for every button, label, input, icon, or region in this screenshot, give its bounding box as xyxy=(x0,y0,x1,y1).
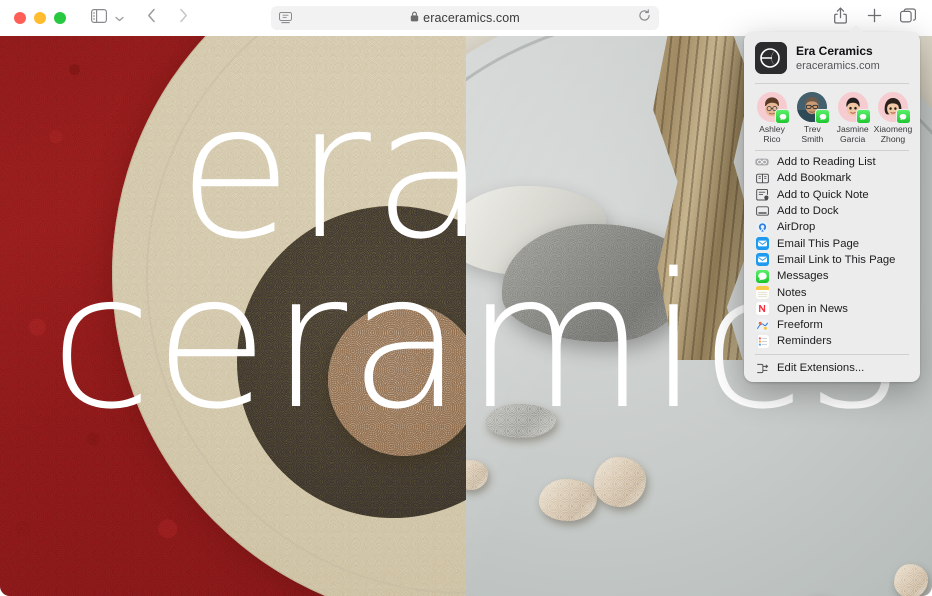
minimize-button[interactable] xyxy=(34,12,46,24)
back-button[interactable] xyxy=(138,6,164,30)
menu-item-label: Add to Dock xyxy=(777,205,839,218)
extensions-icon xyxy=(755,361,769,375)
airdrop-icon xyxy=(755,220,769,234)
sidebar-dropdown-button[interactable] xyxy=(110,6,128,30)
address-bar-url: eraceramics.com xyxy=(423,11,520,25)
freeform-icon xyxy=(755,318,769,332)
messages-badge xyxy=(895,109,911,124)
chevron-right-icon xyxy=(179,8,188,28)
mail-icon xyxy=(755,237,769,251)
plus-icon xyxy=(867,8,882,28)
menu-item-edit-extensions[interactable]: Edit Extensions... xyxy=(744,360,920,376)
tab-overview-icon xyxy=(900,8,916,28)
menu-item-reminders[interactable]: Reminders xyxy=(744,333,920,349)
menu-item-freeform[interactable]: Freeform xyxy=(744,317,920,333)
person-xiaomeng-zhong[interactable]: Xiaomeng Zhong xyxy=(874,92,912,144)
navigation-buttons xyxy=(138,6,196,30)
reminders-icon xyxy=(755,334,769,348)
reading-list-icon xyxy=(755,155,769,169)
person-ashley-rico[interactable]: Ashley Rico xyxy=(753,92,791,144)
share-suggested-people: Ashley Rico Trev Smith Jasmine Garcia Xi… xyxy=(744,84,920,150)
menu-item-label: Add to Reading List xyxy=(777,156,876,169)
person-trev-smith[interactable]: Trev Smith xyxy=(793,92,831,144)
messages-icon xyxy=(755,269,769,283)
menu-item-email-this-page[interactable]: Email This Page xyxy=(744,236,920,252)
person-name: Ashley Rico xyxy=(759,124,785,144)
person-name: Trev Smith xyxy=(801,124,824,144)
traffic-lights xyxy=(14,12,66,24)
menu-item-label: Messages xyxy=(777,270,829,283)
news-icon xyxy=(755,302,769,316)
menu-item-add-to-quick-note[interactable]: Add to Quick Note xyxy=(744,187,920,203)
reload-icon xyxy=(638,9,651,27)
menu-item-add-to-dock[interactable]: Add to Dock xyxy=(744,203,920,219)
zoom-button[interactable] xyxy=(54,12,66,24)
messages-badge xyxy=(855,109,871,124)
menu-item-airdrop[interactable]: AirDrop xyxy=(744,219,920,235)
share-actions-list: Add to Reading List Add Bookmark Add to … xyxy=(744,151,920,376)
chevron-down-icon xyxy=(114,9,124,27)
safari-window: eraceramics.com era ceramics Era Ceramic… xyxy=(0,0,932,596)
menu-item-messages[interactable]: Messages xyxy=(744,268,920,284)
menu-item-add-bookmark[interactable]: Add Bookmark xyxy=(744,170,920,186)
share-icon xyxy=(833,7,847,29)
lock-icon xyxy=(410,9,419,27)
pebble xyxy=(894,564,928,596)
site-favicon xyxy=(755,42,787,74)
menu-item-label: Email Link to This Page xyxy=(777,253,896,266)
site-title: Era Ceramics xyxy=(796,43,873,58)
person-name: Jasmine Garcia xyxy=(836,124,869,144)
site-url: eraceramics.com xyxy=(796,59,880,72)
sidebar-toggle-button[interactable] xyxy=(86,6,112,30)
menu-item-label: Notes xyxy=(777,286,807,299)
menu-item-notes[interactable]: Notes xyxy=(744,285,920,301)
menu-item-label: Add to Quick Note xyxy=(777,188,869,201)
menu-item-open-in-news[interactable]: Open in News xyxy=(744,301,920,317)
new-tab-button[interactable] xyxy=(860,6,888,30)
reader-view-icon[interactable] xyxy=(279,12,292,24)
sidebar-icon xyxy=(91,8,108,28)
messages-badge xyxy=(815,109,831,124)
person-jasmine-garcia[interactable]: Jasmine Garcia xyxy=(834,92,872,144)
dock-icon xyxy=(755,204,769,218)
reload-button[interactable] xyxy=(638,9,651,27)
menu-item-label: Open in News xyxy=(777,302,848,315)
messages-badge xyxy=(775,109,790,124)
menu-item-email-link-to-this-page[interactable]: Email Link to This Page xyxy=(744,252,920,268)
tab-overview-button[interactable] xyxy=(894,6,922,30)
menu-item-label: AirDrop xyxy=(777,221,816,234)
menu-item-label: Add Bookmark xyxy=(777,172,852,185)
share-button[interactable] xyxy=(826,6,854,30)
forward-button[interactable] xyxy=(170,6,196,30)
mail-icon xyxy=(755,253,769,267)
share-menu-popover: Era Ceramics eraceramics.com Ashley Rico… xyxy=(744,25,920,382)
menu-item-label: Email This Page xyxy=(777,237,860,250)
hero-photo-left xyxy=(0,36,466,596)
toolbar-right-buttons xyxy=(826,6,922,30)
browser-toolbar: eraceramics.com xyxy=(0,0,932,36)
menu-item-label: Edit Extensions... xyxy=(777,362,865,375)
menu-item-label: Reminders xyxy=(777,335,832,348)
menu-item-label: Freeform xyxy=(777,319,823,332)
divider xyxy=(755,354,909,356)
chevron-left-icon xyxy=(147,8,156,28)
close-button[interactable] xyxy=(14,12,26,24)
bookmark-icon xyxy=(755,171,769,185)
share-site-header: Era Ceramics eraceramics.com xyxy=(744,32,920,83)
person-name: Xiaomeng Zhong xyxy=(873,124,913,144)
notes-icon xyxy=(755,286,769,300)
quick-note-icon xyxy=(755,188,769,202)
menu-item-add-to-reading-list[interactable]: Add to Reading List xyxy=(744,154,920,170)
address-bar[interactable]: eraceramics.com xyxy=(271,6,659,30)
